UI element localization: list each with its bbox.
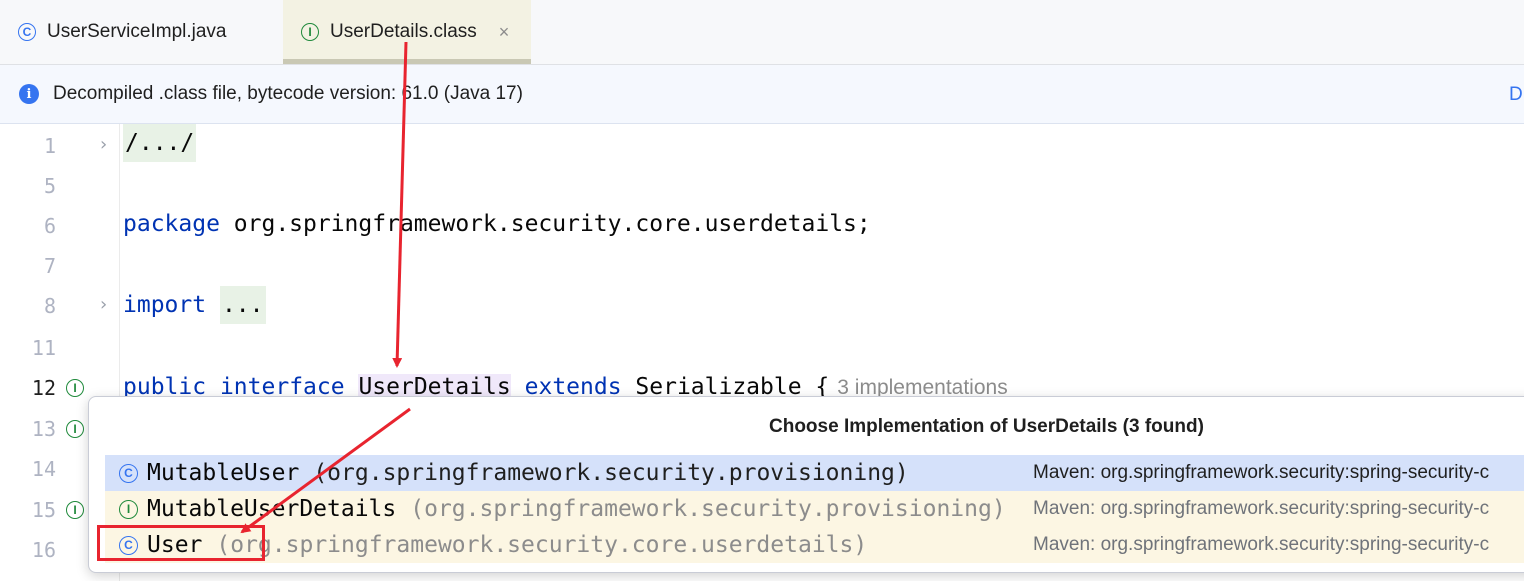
keyword: import — [123, 292, 207, 318]
fold-expand-icon[interactable]: › — [100, 134, 107, 155]
active-tab-indicator — [283, 59, 531, 64]
implemented-interface-gutter-icon[interactable]: I — [66, 379, 84, 397]
line-number: 7 — [43, 254, 56, 278]
info-icon: i — [19, 84, 39, 104]
line-number: 11 — [31, 336, 56, 360]
implementation-name: MutableUser — [147, 460, 300, 486]
decompiled-banner: i Decompiled .class file, bytecode versi… — [0, 65, 1524, 124]
implementation-item[interactable]: C User (org.springframework.security.cor… — [105, 527, 1524, 563]
interface-icon: I — [119, 499, 138, 519]
folded-imports[interactable]: ... — [219, 286, 266, 324]
banner-text: Decompiled .class file, bytecode version… — [53, 83, 523, 104]
implementation-item[interactable]: I MutableUserDetails (org.springframewor… — [105, 491, 1524, 527]
class-icon: C — [18, 23, 36, 41]
tab-userserviceimpl[interactable]: C UserServiceImpl.java — [18, 0, 227, 64]
code-line-1: /.../ — [123, 124, 197, 162]
class-icon: C — [119, 463, 138, 483]
line-number: 5 — [43, 174, 56, 198]
implementation-name: MutableUserDetails — [147, 496, 397, 522]
line-number: 13 — [31, 417, 56, 441]
line-number: 1 — [43, 134, 56, 158]
code-line-package: package org.springframework.security.cor… — [123, 211, 871, 237]
choose-implementation-popup: Choose Implementation of UserDetails (3 … — [88, 396, 1524, 573]
implementation-source: Maven: org.springframework.security:spri… — [1033, 534, 1490, 555]
line-number: 6 — [43, 214, 56, 238]
implementation-package: (org.springframework.security.provisioni… — [410, 496, 1006, 522]
implementation-package: (org.springframework.security.core.userd… — [216, 532, 868, 558]
editor-tab-bar: C UserServiceImpl.java I UserDetails.cla… — [0, 0, 1524, 65]
line-number: 15 — [31, 498, 56, 522]
close-icon[interactable]: × — [499, 22, 510, 43]
line-number: 14 — [31, 457, 56, 481]
fold-expand-icon[interactable]: › — [100, 294, 107, 315]
package-name: org.springframework.security.core.userde… — [219, 211, 871, 237]
tab-label: UserDetails.class — [330, 21, 477, 42]
tab-label: UserServiceImpl.java — [47, 21, 227, 42]
implementation-source: Maven: org.springframework.security:spri… — [1033, 498, 1490, 519]
line-number: 12 — [31, 376, 56, 400]
banner-link[interactable]: D — [1509, 84, 1523, 106]
code-line-import: import ... — [123, 286, 266, 324]
tab-userdetails[interactable]: I UserDetails.class × — [283, 0, 531, 64]
implemented-method-gutter-icon[interactable]: I — [66, 420, 84, 438]
popup-title: Choose Implementation of UserDetails (3 … — [769, 416, 1204, 437]
annotation-highlight-box — [97, 525, 265, 561]
implementation-source: Maven: org.springframework.security:spri… — [1033, 462, 1490, 483]
implemented-method-gutter-icon[interactable]: I — [66, 501, 84, 519]
implementation-item[interactable]: C MutableUser (org.springframework.secur… — [105, 455, 1524, 491]
interface-icon: I — [301, 23, 319, 41]
line-number: 8 — [43, 294, 56, 318]
folded-header-comment[interactable]: /.../ — [123, 124, 197, 162]
implementation-package: (org.springframework.security.provisioni… — [313, 460, 909, 486]
keyword: package — [123, 211, 220, 237]
line-number: 16 — [31, 538, 56, 562]
